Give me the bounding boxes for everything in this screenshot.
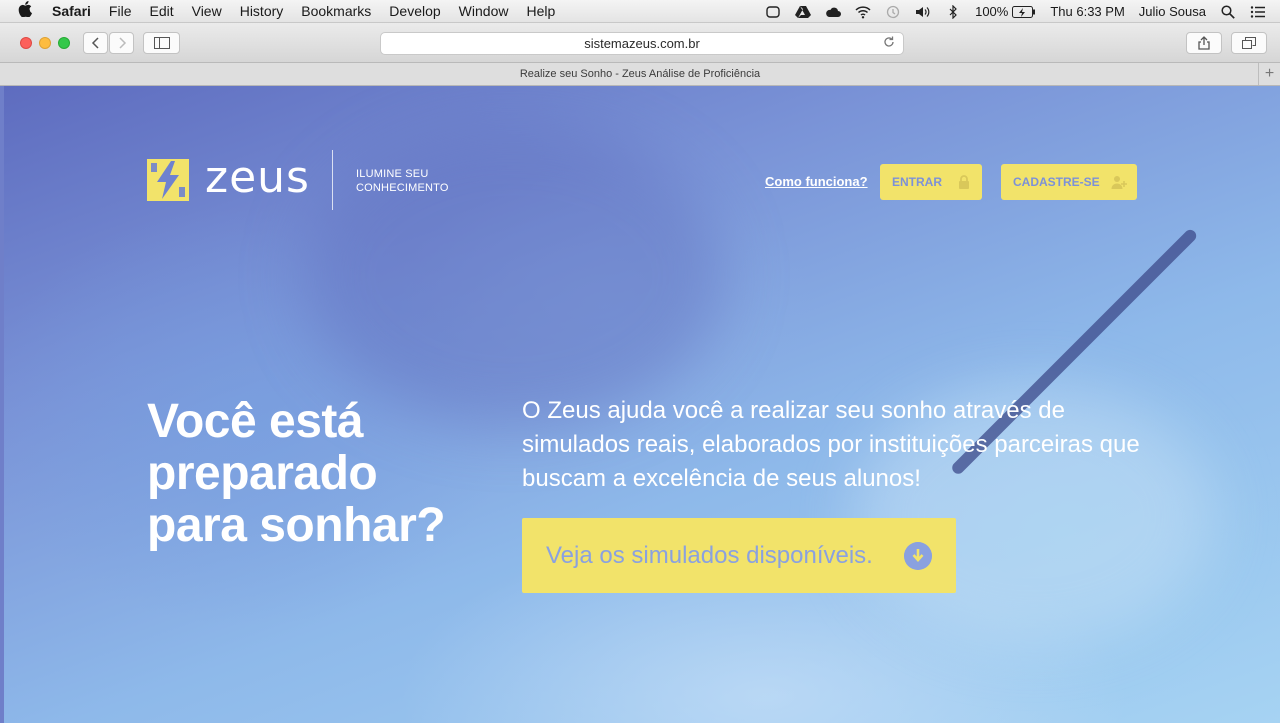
new-tab-icon[interactable]: + <box>1258 63 1280 85</box>
address-bar[interactable]: sistemazeus.com.br <box>380 32 904 55</box>
share-button[interactable] <box>1186 32 1222 54</box>
sidebar-icon <box>153 37 170 49</box>
menu-file[interactable]: File <box>109 3 132 19</box>
time-machine-icon[interactable] <box>885 5 901 19</box>
tabs-icon <box>1242 37 1256 49</box>
clock[interactable]: Thu 6:33 PM <box>1050 4 1124 19</box>
menu-bookmarks[interactable]: Bookmarks <box>301 3 371 19</box>
close-window-button[interactable] <box>20 37 32 49</box>
menu-help[interactable]: Help <box>526 3 555 19</box>
tagline-line-2: CONHECIMENTO <box>356 182 449 194</box>
menu-window[interactable]: Window <box>459 3 509 19</box>
bluetooth-icon[interactable] <box>945 4 961 19</box>
battery-percent: 100% <box>975 4 1009 19</box>
cloud-icon[interactable] <box>825 5 842 19</box>
menu-safari[interactable]: Safari <box>52 3 91 19</box>
battery-status[interactable]: 100% <box>975 4 1036 19</box>
headline-line-2: preparado <box>147 447 378 500</box>
user-name[interactable]: Julio Sousa <box>1139 4 1206 19</box>
forward-button[interactable] <box>109 32 134 54</box>
tagline-line-1: ILUMINE SEU <box>356 168 429 180</box>
drive-icon[interactable] <box>795 5 812 19</box>
brand-divider <box>332 150 333 210</box>
arrow-down-icon <box>904 542 932 570</box>
apple-icon[interactable] <box>18 1 38 21</box>
back-button[interactable] <box>83 32 108 54</box>
zoom-window-button[interactable] <box>58 37 70 49</box>
menu-history[interactable]: History <box>240 3 284 19</box>
how-it-works-link[interactable]: Como funciona? <box>765 174 868 189</box>
tab-title[interactable]: Realize seu Sonho - Zeus Análise de Prof… <box>520 68 760 80</box>
menu-view[interactable]: View <box>192 3 222 19</box>
view-simulations-button[interactable]: Veja os simulados disponíveis. <box>522 518 956 593</box>
spotlight-icon[interactable] <box>1220 4 1236 19</box>
hero-section: zeus ILUMINE SEU CONHECIMENTO Como funci… <box>4 86 1280 723</box>
share-icon <box>1198 36 1210 50</box>
back-icon <box>91 37 99 49</box>
status-area: 100% Thu 6:33 PM Julio Sousa <box>765 0 1280 23</box>
signup-button-label: CADASTRE-SE <box>1013 175 1100 189</box>
signup-button[interactable]: CADASTRE-SE <box>1001 164 1137 200</box>
headline: Você está preparado para sonhar? <box>147 396 507 552</box>
dropbox-icon[interactable] <box>765 5 781 19</box>
tabs-button[interactable] <box>1231 32 1267 54</box>
battery-icon <box>1012 5 1036 18</box>
notification-icon[interactable] <box>1250 5 1266 19</box>
minimize-window-button[interactable] <box>39 37 51 49</box>
volume-icon[interactable] <box>915 5 931 19</box>
zeus-logo-icon[interactable] <box>147 159 189 201</box>
lock-icon <box>959 175 969 189</box>
sidebar-button[interactable] <box>143 32 180 54</box>
wifi-icon[interactable] <box>855 5 871 19</box>
headline-line-1: Você está <box>147 395 364 448</box>
view-simulations-label: Veja os simulados disponíveis. <box>546 541 873 569</box>
menu-bar: Safari File Edit View History Bookmarks … <box>0 0 1280 23</box>
reload-icon[interactable] <box>883 36 895 51</box>
login-button-label: ENTRAR <box>892 175 942 189</box>
login-button[interactable]: ENTRAR <box>880 164 982 200</box>
forward-icon <box>118 37 126 49</box>
browser-toolbar: sistemazeus.com.br <box>0 23 1280 63</box>
menu-edit[interactable]: Edit <box>149 3 173 19</box>
tab-bar: Realize seu Sonho - Zeus Análise de Prof… <box>0 63 1280 86</box>
headline-line-3: para sonhar? <box>147 499 446 552</box>
tagline: ILUMINE SEU CONHECIMENTO <box>356 167 449 195</box>
url-text: sistemazeus.com.br <box>584 36 700 51</box>
add-user-icon <box>1111 176 1127 189</box>
intro-text: O Zeus ajuda você a realizar seu sonho a… <box>522 397 1140 492</box>
menu-develop[interactable]: Develop <box>389 3 440 19</box>
brand-name[interactable]: zeus <box>205 153 310 203</box>
